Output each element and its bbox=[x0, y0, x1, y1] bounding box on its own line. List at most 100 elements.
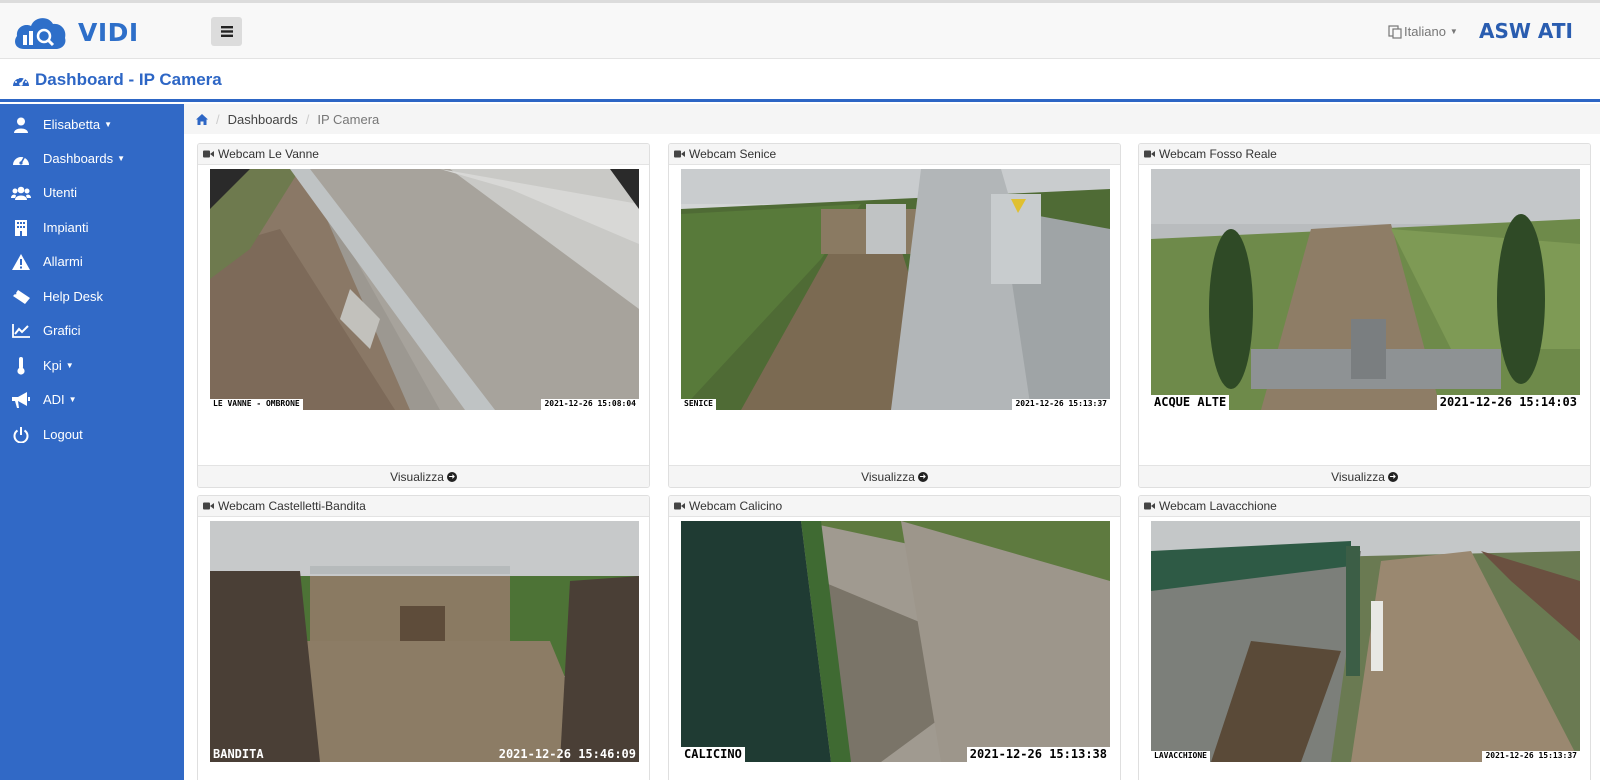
camera-image[interactable]: BANDITA 2021-12-26 15:46:09 bbox=[210, 521, 639, 762]
sidebar-item-label: Grafici bbox=[43, 323, 81, 338]
app-logo-text: VIDI bbox=[78, 17, 139, 47]
camera-overlay-name: SENICE bbox=[681, 399, 716, 410]
panel-header: Webcam Senice bbox=[669, 144, 1120, 165]
camera-panel: Webcam Lavacchione LAVACCHIONE 2021-12-2… bbox=[1138, 495, 1591, 780]
video-camera-icon bbox=[203, 150, 214, 158]
camera-image[interactable]: CALICINO 2021-12-26 15:13:38 bbox=[681, 521, 1110, 762]
arrow-circle-right-icon: ➜ bbox=[1387, 471, 1398, 482]
warning-icon bbox=[11, 252, 31, 272]
video-camera-icon bbox=[203, 502, 214, 510]
camera-image[interactable]: LAVACCHIONE 2021-12-26 15:13:37 bbox=[1151, 521, 1580, 762]
menu-toggle-button[interactable] bbox=[211, 17, 242, 46]
caret-down-icon: ▼ bbox=[117, 154, 126, 163]
camera-title: Webcam Le Vanne bbox=[218, 147, 319, 161]
breadcrumb: / Dashboards / IP Camera bbox=[184, 104, 1600, 134]
camera-title: Webcam Fosso Reale bbox=[1159, 147, 1277, 161]
sidebar-item-elisabetta[interactable]: Elisabetta ▼ bbox=[0, 107, 184, 142]
camera-snapshot bbox=[681, 169, 1110, 410]
breadcrumb-dashboards[interactable]: Dashboards bbox=[228, 112, 298, 127]
sidebar-item-label: Logout bbox=[43, 427, 83, 442]
visualizza-label: Visualizza bbox=[1331, 469, 1385, 484]
thermometer-icon bbox=[11, 356, 31, 376]
panel-header: Webcam Lavacchione bbox=[1139, 496, 1590, 517]
sidebar-item-utenti[interactable]: Utenti bbox=[0, 175, 184, 210]
sidebar-item-grafici[interactable]: Grafici bbox=[0, 313, 184, 348]
sidebar-item-help-desk[interactable]: Help Desk bbox=[0, 279, 184, 314]
panel-header: Webcam Fosso Reale bbox=[1139, 144, 1590, 165]
camera-overlay-name: ACQUE ALTE bbox=[1151, 394, 1230, 410]
ticket-icon bbox=[11, 287, 31, 307]
sidebar-item-logout[interactable]: Logout bbox=[0, 417, 184, 452]
camera-title: Webcam Lavacchione bbox=[1159, 499, 1277, 513]
camera-image[interactable]: LE VANNE - OMBRONE 2021-12-26 15:08:04 bbox=[210, 169, 639, 410]
camera-overlay-name: BANDITA bbox=[213, 746, 264, 761]
sidebar-item-allarmi[interactable]: Allarmi bbox=[0, 244, 184, 279]
caret-down-icon: ▼ bbox=[65, 361, 74, 370]
sidebar-item-dashboards[interactable]: Dashboards ▼ bbox=[0, 141, 184, 176]
panel-header: Webcam Calicino bbox=[669, 496, 1120, 517]
brand-text: ASW ATI bbox=[1479, 19, 1573, 43]
camera-snapshot bbox=[210, 169, 639, 410]
sidebar: Elisabetta ▼ Dashboards ▼ Utenti Impiant… bbox=[0, 104, 184, 780]
camera-snapshot bbox=[210, 521, 639, 762]
visualizza-button[interactable]: Visualizza ➜ bbox=[1139, 465, 1590, 487]
visualizza-button[interactable]: Visualizza ➜ bbox=[198, 465, 649, 487]
camera-overlay-time: 2021-12-26 15:14:03 bbox=[1436, 394, 1580, 410]
breadcrumb-separator: / bbox=[216, 111, 220, 127]
page-title: Dashboard - IP Camera bbox=[12, 70, 222, 90]
breadcrumb-ip-camera: IP Camera bbox=[317, 111, 380, 127]
brand-logo: ASW ATI bbox=[1479, 19, 1573, 43]
camera-panel: Webcam Fosso Reale ACQUE ALTE 2021-12-26… bbox=[1138, 143, 1591, 488]
sidebar-item-label: Impianti bbox=[43, 220, 89, 235]
video-camera-icon bbox=[674, 502, 685, 510]
camera-overlay-name: LAVACCHIONE bbox=[1151, 751, 1210, 762]
camera-title: Webcam Calicino bbox=[689, 499, 783, 513]
bullhorn-icon bbox=[11, 390, 31, 410]
camera-overlay-time: 2021-12-26 15:13:37 bbox=[1482, 751, 1580, 762]
arrow-circle-right-icon: ➜ bbox=[917, 471, 928, 482]
home-icon[interactable] bbox=[196, 113, 208, 125]
app-logo[interactable]: VIDI bbox=[12, 13, 139, 51]
camera-panel: Webcam Senice SENICE 2021-12-26 15:13:37… bbox=[668, 143, 1121, 488]
sidebar-item-kpi[interactable]: Kpi ▼ bbox=[0, 348, 184, 383]
caret-down-icon: ▼ bbox=[104, 120, 113, 129]
panel-header: Webcam Castelletti-Bandita bbox=[198, 496, 649, 517]
video-camera-icon bbox=[674, 150, 685, 158]
camera-overlay-time: 2021-12-26 15:13:37 bbox=[1012, 399, 1110, 410]
hamburger-icon bbox=[220, 26, 233, 37]
caret-down-icon: ▼ bbox=[68, 395, 77, 404]
camera-title: Webcam Castelletti-Bandita bbox=[218, 499, 366, 513]
language-label: Italiano bbox=[1404, 24, 1446, 39]
language-selector[interactable]: Italiano ▼ bbox=[1388, 24, 1458, 39]
cloud-logo-icon bbox=[15, 18, 66, 49]
camera-panel: Webcam Calicino CALICINO 2021-12-26 15:1… bbox=[668, 495, 1121, 780]
camera-panel: Webcam Castelletti-Bandita BANDITA 2021-… bbox=[197, 495, 650, 780]
visualizza-label: Visualizza bbox=[390, 469, 444, 484]
breadcrumb-separator: / bbox=[305, 111, 310, 127]
panel-header: Webcam Le Vanne bbox=[198, 144, 649, 165]
camera-image[interactable]: ACQUE ALTE 2021-12-26 15:14:03 bbox=[1151, 169, 1580, 410]
page-title-text: Dashboard - IP Camera bbox=[35, 70, 222, 89]
sidebar-item-label: Allarmi bbox=[43, 254, 83, 269]
users-icon bbox=[11, 183, 31, 203]
camera-image[interactable]: SENICE 2021-12-26 15:13:37 bbox=[681, 169, 1110, 410]
building-icon bbox=[11, 218, 31, 238]
caret-down-icon: ▼ bbox=[1449, 27, 1458, 36]
sidebar-item-impianti[interactable]: Impianti bbox=[0, 210, 184, 245]
camera-overlay-name: LE VANNE - OMBRONE bbox=[210, 399, 303, 410]
sidebar-item-adi[interactable]: ADI ▼ bbox=[0, 382, 184, 417]
sidebar-item-label: Help Desk bbox=[43, 289, 103, 304]
visualizza-button[interactable]: Visualizza ➜ bbox=[669, 465, 1120, 487]
sidebar-item-label: Kpi bbox=[43, 358, 62, 373]
camera-snapshot bbox=[1151, 521, 1580, 762]
page-header: Dashboard - IP Camera bbox=[0, 59, 1600, 102]
tachometer-icon bbox=[11, 149, 31, 169]
camera-snapshot bbox=[681, 521, 1110, 762]
video-camera-icon bbox=[1144, 502, 1155, 510]
top-navbar: VIDI Italiano ▼ ASW ATI bbox=[0, 0, 1600, 59]
sidebar-item-label: Dashboards bbox=[43, 151, 114, 166]
video-camera-icon bbox=[1144, 150, 1155, 158]
visualizza-label: Visualizza bbox=[861, 469, 915, 484]
sidebar-item-label: ADI bbox=[43, 392, 65, 407]
dashboard-gauge-icon bbox=[13, 75, 29, 86]
